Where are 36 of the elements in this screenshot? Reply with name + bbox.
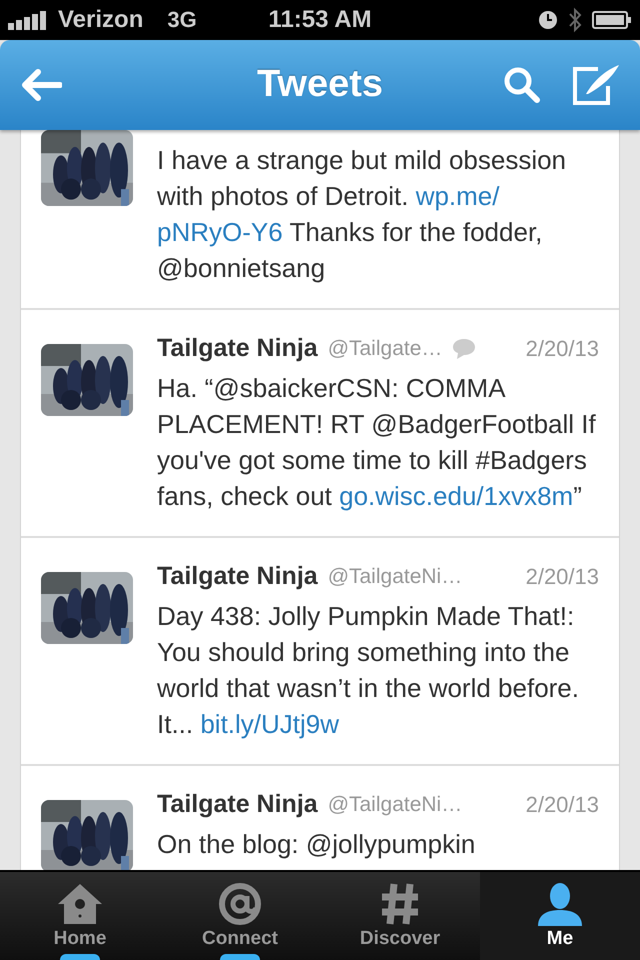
tweet-link[interactable]: wp.me/ (416, 180, 500, 211)
tweet-text: On the blog: @jollypumpkin (157, 828, 476, 861)
back-arrow-icon[interactable] (20, 68, 62, 102)
tab-bar-item[interactable]: Discover (320, 872, 480, 960)
clock-time: 11:53 AM (268, 6, 372, 34)
author-handle: @TailgateNi… (328, 792, 462, 817)
clock-icon (538, 10, 558, 30)
bluetooth-icon (568, 6, 582, 33)
signal-icon (8, 10, 48, 30)
tab-bar-item[interactable]: Home (0, 872, 160, 960)
tweet-link[interactable]: go.wisc.edu/1xvx8m (339, 480, 574, 511)
tab-bar-item[interactable]: Connect (160, 872, 320, 960)
person-icon (536, 882, 584, 926)
at-sign-icon (216, 882, 264, 926)
network-type: 3G (167, 6, 197, 33)
tweet-text: I have a strange but mild obsession with photos of Detroit. wp.me/ pNRyO-Y6 Thanks for the fodder, @bonnietsang (157, 144, 568, 285)
tweet-text: Ha. “@sbaickerCSN: COMMA PLACEMENT! RT @BadgerFootball If you've got some time to kill #Badgers fans, check out go.wisc.edu/1xvx8m” (157, 372, 597, 513)
birdhouse-icon (56, 882, 104, 926)
compose-icon[interactable] (572, 64, 620, 106)
tweet-date: 2/20/13 (524, 336, 599, 362)
carrier-name: Verizon (58, 6, 144, 34)
tweet-link[interactable]: pNRyO-Y6 (157, 216, 283, 247)
author-handle: @Tailgate… (328, 336, 442, 361)
tweet-date: 2/20/13 (524, 564, 599, 590)
hashtag-icon (380, 882, 420, 926)
author-name: Tailgate Ninja (157, 334, 318, 364)
screen-title: Tweets (257, 63, 383, 106)
author-name: Tailgate Ninja (157, 790, 318, 820)
tab-bar-item[interactable]: Me (480, 872, 640, 960)
battery-icon (592, 10, 632, 30)
tweet-text: Day 438: Jolly Pumpkin Made That!: You should bring something into the world that wasn’t in the world before. It... bit.ly/UJtj9w (157, 600, 580, 741)
search-icon[interactable] (502, 64, 542, 105)
tweet-link[interactable]: bit.ly/UJtj9w (200, 708, 340, 739)
author-handle: @TailgateNi… (328, 564, 462, 589)
author-name: Tailgate Ninja (157, 562, 318, 592)
tweet-date: 2/20/13 (524, 792, 599, 818)
